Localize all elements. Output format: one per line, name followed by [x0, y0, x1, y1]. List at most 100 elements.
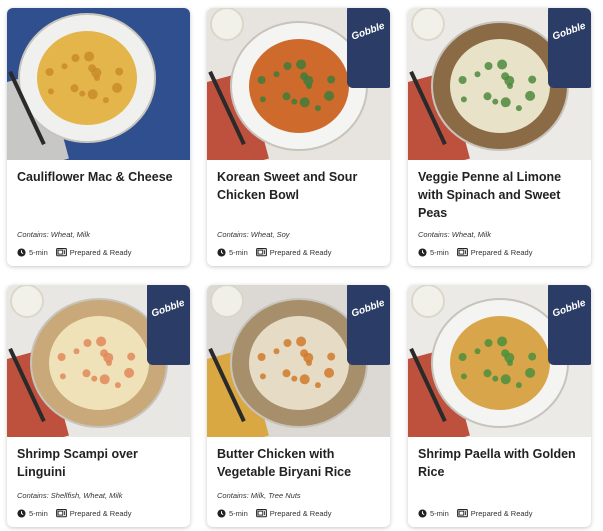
prep-type: Prepared & Ready	[269, 509, 332, 518]
food-detail	[282, 92, 291, 101]
food-detail	[127, 352, 136, 361]
food-detail	[500, 97, 511, 108]
food-detail	[460, 373, 467, 380]
food-detail	[528, 75, 537, 84]
allergen-info: Contains: Wheat, Soy	[217, 230, 290, 239]
food-detail	[291, 98, 298, 105]
meal-card[interactable]: Gobble Shrimp Scampi over Linguini Contain…	[7, 285, 190, 527]
clock-icon	[217, 248, 226, 257]
prep-type: Prepared & Ready	[470, 248, 533, 257]
clock-icon	[418, 509, 427, 518]
food-detail	[84, 51, 95, 62]
food	[450, 316, 550, 410]
gobble-box: Gobble	[147, 285, 190, 365]
allergen-list: Milk, Tree Nuts	[250, 491, 301, 500]
meal-photo-illustration: Gobble	[7, 285, 190, 437]
meal-title[interactable]: Veggie Penne al Limone with Spinach and …	[418, 168, 583, 222]
box-body	[548, 8, 591, 88]
food-detail	[515, 382, 522, 389]
food-detail	[73, 348, 80, 355]
meal-photo-illustration: Gobble	[408, 285, 591, 437]
meal-card[interactable]: Cauliflower Mac & Cheese Contains: Wheat,…	[7, 8, 190, 266]
food-detail	[291, 375, 298, 382]
clock-icon	[17, 248, 26, 257]
food-detail	[96, 336, 107, 347]
allergen-list: Wheat, Milk	[451, 230, 491, 239]
food	[450, 39, 550, 133]
food-detail	[45, 68, 54, 76]
microwave-icon	[456, 248, 468, 257]
meal-photo[interactable]: Gobble	[408, 285, 591, 437]
meal-title[interactable]: Cauliflower Mac & Cheese	[17, 168, 182, 186]
food-detail	[483, 369, 492, 378]
food-detail	[492, 375, 499, 382]
allergen-list: Shellfish, Wheat, Milk	[50, 491, 123, 500]
food-detail	[474, 348, 481, 355]
meal-title[interactable]: Korean Sweet and Sour Chicken Bowl	[217, 168, 382, 204]
prep-type: Prepared & Ready	[69, 509, 132, 518]
food-detail	[296, 336, 307, 347]
food-detail	[257, 353, 266, 361]
meal-meta: 5-min Prepared & Ready	[17, 509, 131, 518]
meal-title[interactable]: Shrimp Paella with Golden Rice	[418, 445, 583, 481]
food	[249, 39, 349, 133]
food-detail	[327, 75, 336, 84]
food-detail	[327, 352, 336, 361]
gobble-box: Gobble	[548, 285, 591, 365]
food-detail	[115, 67, 124, 76]
food	[249, 316, 349, 410]
food-detail	[474, 71, 481, 78]
clock-icon	[217, 509, 226, 518]
allergen-label: Contains:	[17, 230, 49, 239]
meal-card[interactable]: Gobble Butter Chicken with Vegetable Biry…	[207, 285, 390, 527]
food-detail	[300, 72, 309, 81]
meal-photo[interactable]: Gobble	[207, 8, 390, 160]
food-detail	[282, 369, 291, 378]
food-detail	[102, 97, 109, 104]
meal-meta: 5-min Prepared & Ready	[217, 248, 331, 257]
microwave-icon	[55, 248, 67, 257]
allergen-label: Contains:	[217, 230, 249, 239]
prep-time: 5-min	[229, 248, 248, 257]
food-detail	[59, 373, 66, 380]
food-detail	[497, 336, 508, 347]
allergen-label: Contains:	[418, 230, 450, 239]
allergen-label: Contains:	[217, 491, 249, 500]
meal-card[interactable]: Gobble Veggie Penne al Limone with Spinac…	[408, 8, 591, 266]
meal-photo-illustration: Gobble	[207, 285, 390, 437]
food	[37, 31, 137, 125]
prep-type: Prepared & Ready	[470, 509, 533, 518]
clock-icon	[418, 248, 427, 257]
microwave-icon	[255, 509, 267, 518]
food-detail	[273, 71, 280, 78]
meal-card[interactable]: Gobble Shrimp Paella with Golden Rice 5-mi…	[408, 285, 591, 527]
food-detail	[83, 339, 92, 347]
meal-title[interactable]: Shrimp Scampi over Linguini	[17, 445, 182, 481]
meal-card[interactable]: Gobble Korean Sweet and Sour Chicken Bowl…	[207, 8, 390, 266]
food-detail	[283, 62, 292, 70]
allergen-list: Wheat, Soy	[250, 230, 290, 239]
food-detail	[515, 105, 522, 112]
microwave-icon	[255, 248, 267, 257]
food-detail	[61, 63, 68, 70]
food-detail	[259, 373, 266, 380]
meal-photo[interactable]	[7, 8, 190, 160]
food-detail	[91, 375, 98, 382]
food-detail	[257, 76, 266, 84]
meal-photo[interactable]: Gobble	[408, 8, 591, 160]
allergen-info: Contains: Wheat, Milk	[17, 230, 90, 239]
meal-meta: 5-min Prepared & Ready	[418, 509, 532, 518]
glass	[411, 285, 445, 318]
meal-photo[interactable]: Gobble	[207, 285, 390, 437]
food-detail	[458, 76, 467, 84]
meal-meta: 5-min Prepared & Ready	[418, 248, 532, 257]
meal-photo[interactable]: Gobble	[7, 285, 190, 437]
prep-type: Prepared & Ready	[69, 248, 132, 257]
food-detail	[324, 90, 335, 101]
prep-type: Prepared & Ready	[269, 248, 332, 257]
meal-photo-illustration: Gobble	[408, 8, 591, 160]
food-detail	[87, 89, 98, 100]
meal-title[interactable]: Butter Chicken with Vegetable Biryani Ri…	[217, 445, 382, 481]
prep-time: 5-min	[229, 509, 248, 518]
meal-photo-illustration: Gobble	[207, 8, 390, 160]
